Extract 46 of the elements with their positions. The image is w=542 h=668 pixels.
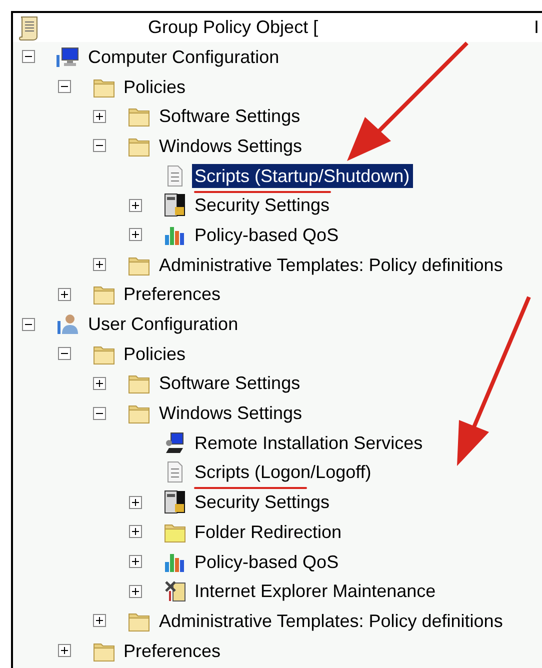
tree-item[interactable]: User Configuration xyxy=(85,312,242,336)
expand-toggle[interactable] xyxy=(128,228,142,242)
tree-item[interactable]: Remote Installation Services xyxy=(192,430,426,455)
tree-item[interactable]: Security Settings xyxy=(192,490,333,514)
expand-toggle[interactable] xyxy=(128,555,142,568)
tree-item[interactable]: Policies xyxy=(120,342,189,366)
tree-item[interactable]: Policy-based QoS xyxy=(192,222,342,247)
tree-item[interactable]: Folder Redirection xyxy=(192,520,345,544)
collapse-toggle[interactable] xyxy=(93,406,106,420)
tree-item[interactable]: Preferences xyxy=(120,638,224,663)
collapse-toggle[interactable] xyxy=(22,318,35,331)
server-lock-icon xyxy=(162,490,186,514)
tree-item[interactable]: Administrative Templates: Policy definitions xyxy=(156,608,506,633)
tree-item[interactable]: Preferences xyxy=(120,282,224,306)
tree-item[interactable]: Windows Settings xyxy=(156,401,306,426)
tree-item[interactable]: Software Settings xyxy=(156,371,304,396)
tree-item[interactable]: Windows Settings xyxy=(156,134,306,158)
column-header: I xyxy=(534,17,539,38)
tree-item[interactable]: Administrative Templates: Policy definitions xyxy=(156,252,506,277)
tree-item[interactable]: Computer Configuration xyxy=(85,44,282,69)
user-icon xyxy=(56,312,80,336)
tree-item[interactable]: Security Settings xyxy=(192,193,333,218)
scroll-document-icon xyxy=(18,14,40,40)
collapse-toggle[interactable] xyxy=(93,139,106,152)
expand-toggle[interactable] xyxy=(58,288,70,301)
header-title: Group Policy Object [ xyxy=(148,17,318,38)
expand-toggle[interactable] xyxy=(128,525,142,538)
expand-toggle[interactable] xyxy=(93,614,106,628)
expand-toggle[interactable] xyxy=(93,110,106,123)
collapse-toggle[interactable] xyxy=(58,80,70,94)
server-lock-icon xyxy=(162,193,186,218)
collapse-toggle[interactable] xyxy=(22,50,35,64)
collapse-toggle[interactable] xyxy=(58,347,70,360)
computer-icon xyxy=(56,44,80,69)
expand-toggle[interactable] xyxy=(128,584,142,598)
tree-item[interactable]: Internet Explorer Maintenance xyxy=(192,579,439,604)
expand-toggle[interactable] xyxy=(128,198,142,212)
expand-toggle[interactable] xyxy=(58,644,70,658)
tree-item[interactable]: Software Settings xyxy=(156,104,304,128)
expand-toggle[interactable] xyxy=(93,258,106,272)
tree-item[interactable]: Policies xyxy=(120,74,189,99)
tools-icon xyxy=(162,579,186,604)
expand-toggle[interactable] xyxy=(93,376,106,390)
tree-item[interactable]: Policy-based QoS xyxy=(192,550,342,574)
expand-toggle[interactable] xyxy=(128,496,142,509)
tree-item[interactable]: Scripts (Logon/Logoff) xyxy=(192,460,374,484)
